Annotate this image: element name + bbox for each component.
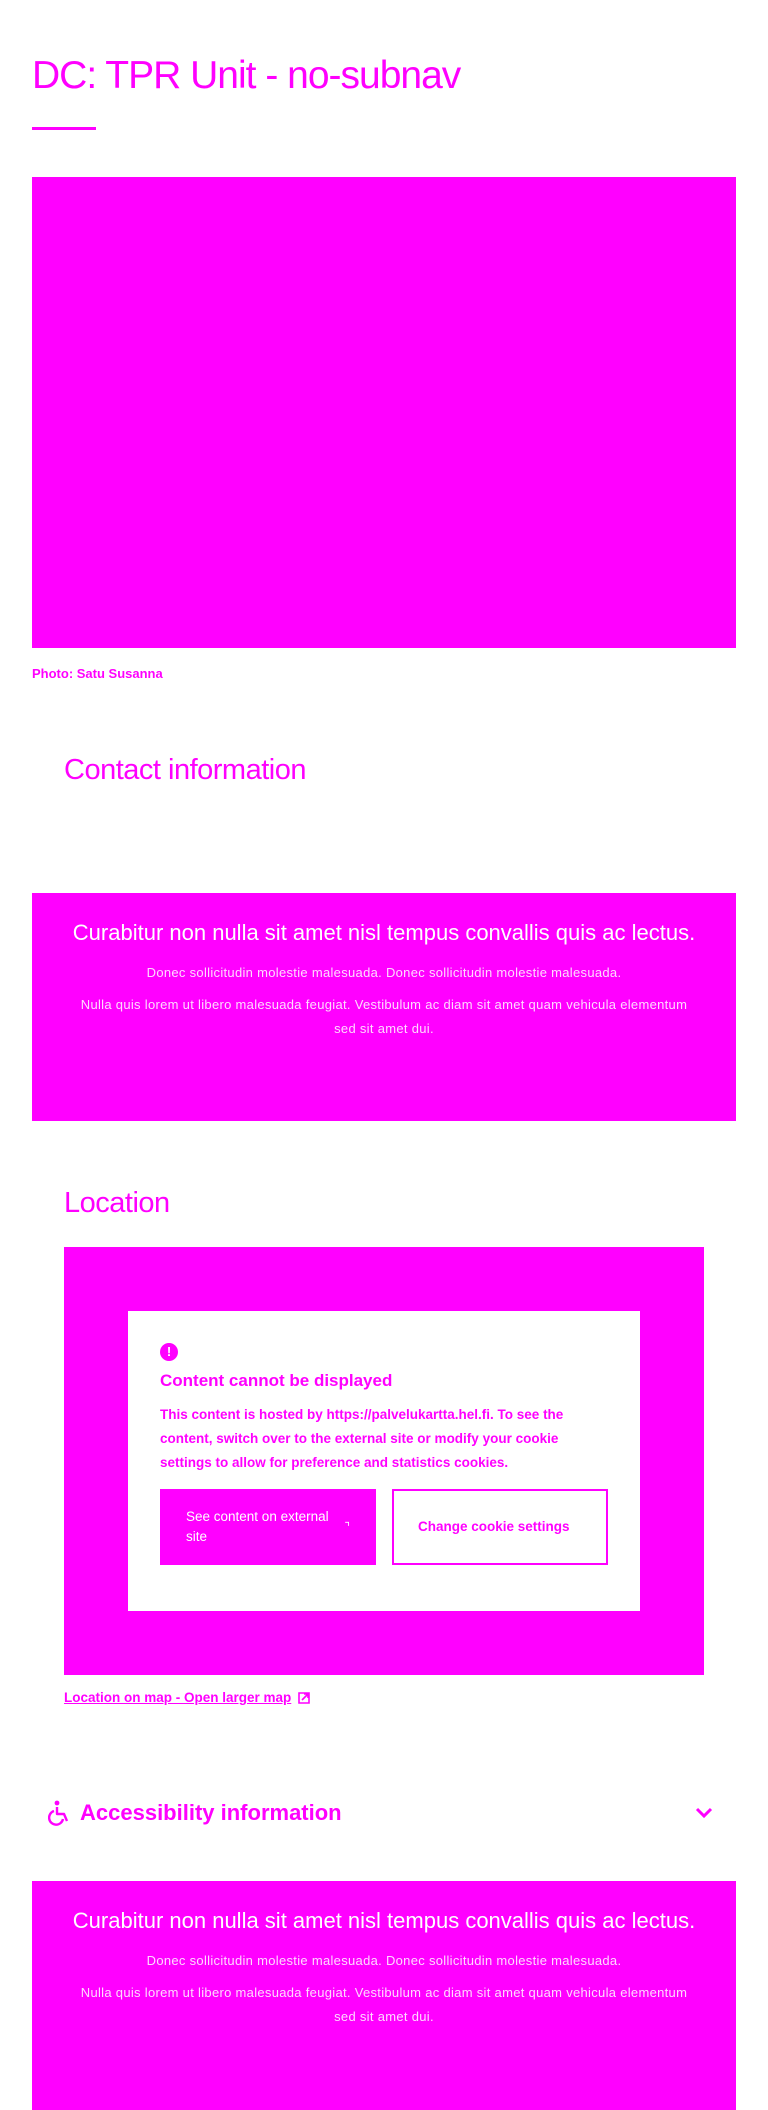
promo-banner: Curabitur non nulla sit amet nisl tempus…	[32, 893, 736, 1121]
notice-title: Content cannot be displayed	[160, 1371, 393, 1390]
change-cookie-settings-label: Change cookie settings	[418, 1519, 570, 1534]
wheelchair-icon	[48, 1800, 69, 1826]
see-external-content-button[interactable]: See content on external site ⌝	[160, 1489, 376, 1565]
promo-text: Nulla quis lorem ut libero malesuada feu…	[80, 1985, 688, 2024]
hero-image	[32, 177, 736, 648]
notice-text: This content is hosted by https://palvel…	[160, 1407, 564, 1470]
promo-text: Nulla quis lorem ut libero malesuada feu…	[80, 997, 688, 1036]
accessibility-accordion-toggle[interactable]: Accessibility information	[48, 1793, 720, 1833]
promo-banner: Curabitur non nulla sit amet nisl tempus…	[32, 1881, 736, 2110]
notice-actions: See content on external site ⌝ Change co…	[160, 1489, 608, 1565]
see-external-content-label: See content on external site	[186, 1509, 329, 1544]
alert-circle-icon: !	[160, 1343, 178, 1361]
external-link-icon	[298, 1691, 311, 1704]
promo-text: Donec sollicitudin molestie malesuada. D…	[146, 965, 622, 980]
hero-caption: Photo: Satu Susanna	[32, 666, 163, 681]
contact-heading: Contact information	[64, 754, 306, 786]
change-cookie-settings-button[interactable]: Change cookie settings	[392, 1489, 608, 1565]
map-embed: ! Content cannot be displayed This conte…	[64, 1247, 704, 1675]
open-larger-map-link[interactable]: Location on map - Open larger map	[64, 1690, 311, 1705]
promo-title: Curabitur non nulla sit amet nisl tempus…	[72, 1908, 696, 1933]
location-heading: Location	[64, 1187, 170, 1219]
cookie-notice: ! Content cannot be displayed This conte…	[128, 1311, 640, 1611]
promo-title: Curabitur non nulla sit amet nisl tempus…	[72, 920, 696, 945]
map-link-label: Location on map - Open larger map	[64, 1690, 292, 1705]
promo-text: Donec sollicitudin molestie malesuada. D…	[146, 1953, 622, 1968]
external-link-icon: ⌝	[344, 1520, 350, 1534]
page-title: DC: TPR Unit - no-subnav	[32, 54, 461, 97]
accessibility-label: Accessibility information	[80, 1800, 342, 1825]
chevron-down-icon	[695, 1807, 713, 1819]
title-underline	[32, 127, 96, 130]
